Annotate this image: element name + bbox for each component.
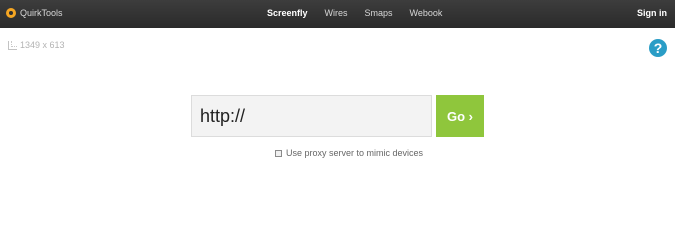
main-nav: Screenfly Wires Smaps Webook xyxy=(267,8,442,18)
nav-item-webook[interactable]: Webook xyxy=(410,8,443,18)
brand[interactable]: QuirkTools xyxy=(6,8,63,18)
nav-item-smaps[interactable]: Smaps xyxy=(365,8,393,18)
brand-name: QuirkTools xyxy=(20,8,63,18)
nav-item-screenfly[interactable]: Screenfly xyxy=(267,8,308,18)
ruler-icon xyxy=(8,40,17,50)
top-navigation-bar: QuirkTools Screenfly Wires Smaps Webook … xyxy=(0,0,675,28)
help-icon[interactable]: ? xyxy=(649,39,667,57)
screen-dimensions-text: 1349 x 613 xyxy=(20,40,65,50)
screen-dimensions: 1349 x 613 xyxy=(8,40,65,50)
proxy-option[interactable]: Use proxy server to mimic devices xyxy=(275,148,423,158)
quirktools-logo-icon xyxy=(6,8,16,18)
url-input[interactable] xyxy=(191,95,432,137)
sign-in-link[interactable]: Sign in xyxy=(637,8,667,18)
go-button[interactable]: Go › xyxy=(436,95,484,137)
proxy-label: Use proxy server to mimic devices xyxy=(286,148,424,158)
proxy-checkbox[interactable] xyxy=(275,149,282,157)
nav-item-wires[interactable]: Wires xyxy=(325,8,348,18)
